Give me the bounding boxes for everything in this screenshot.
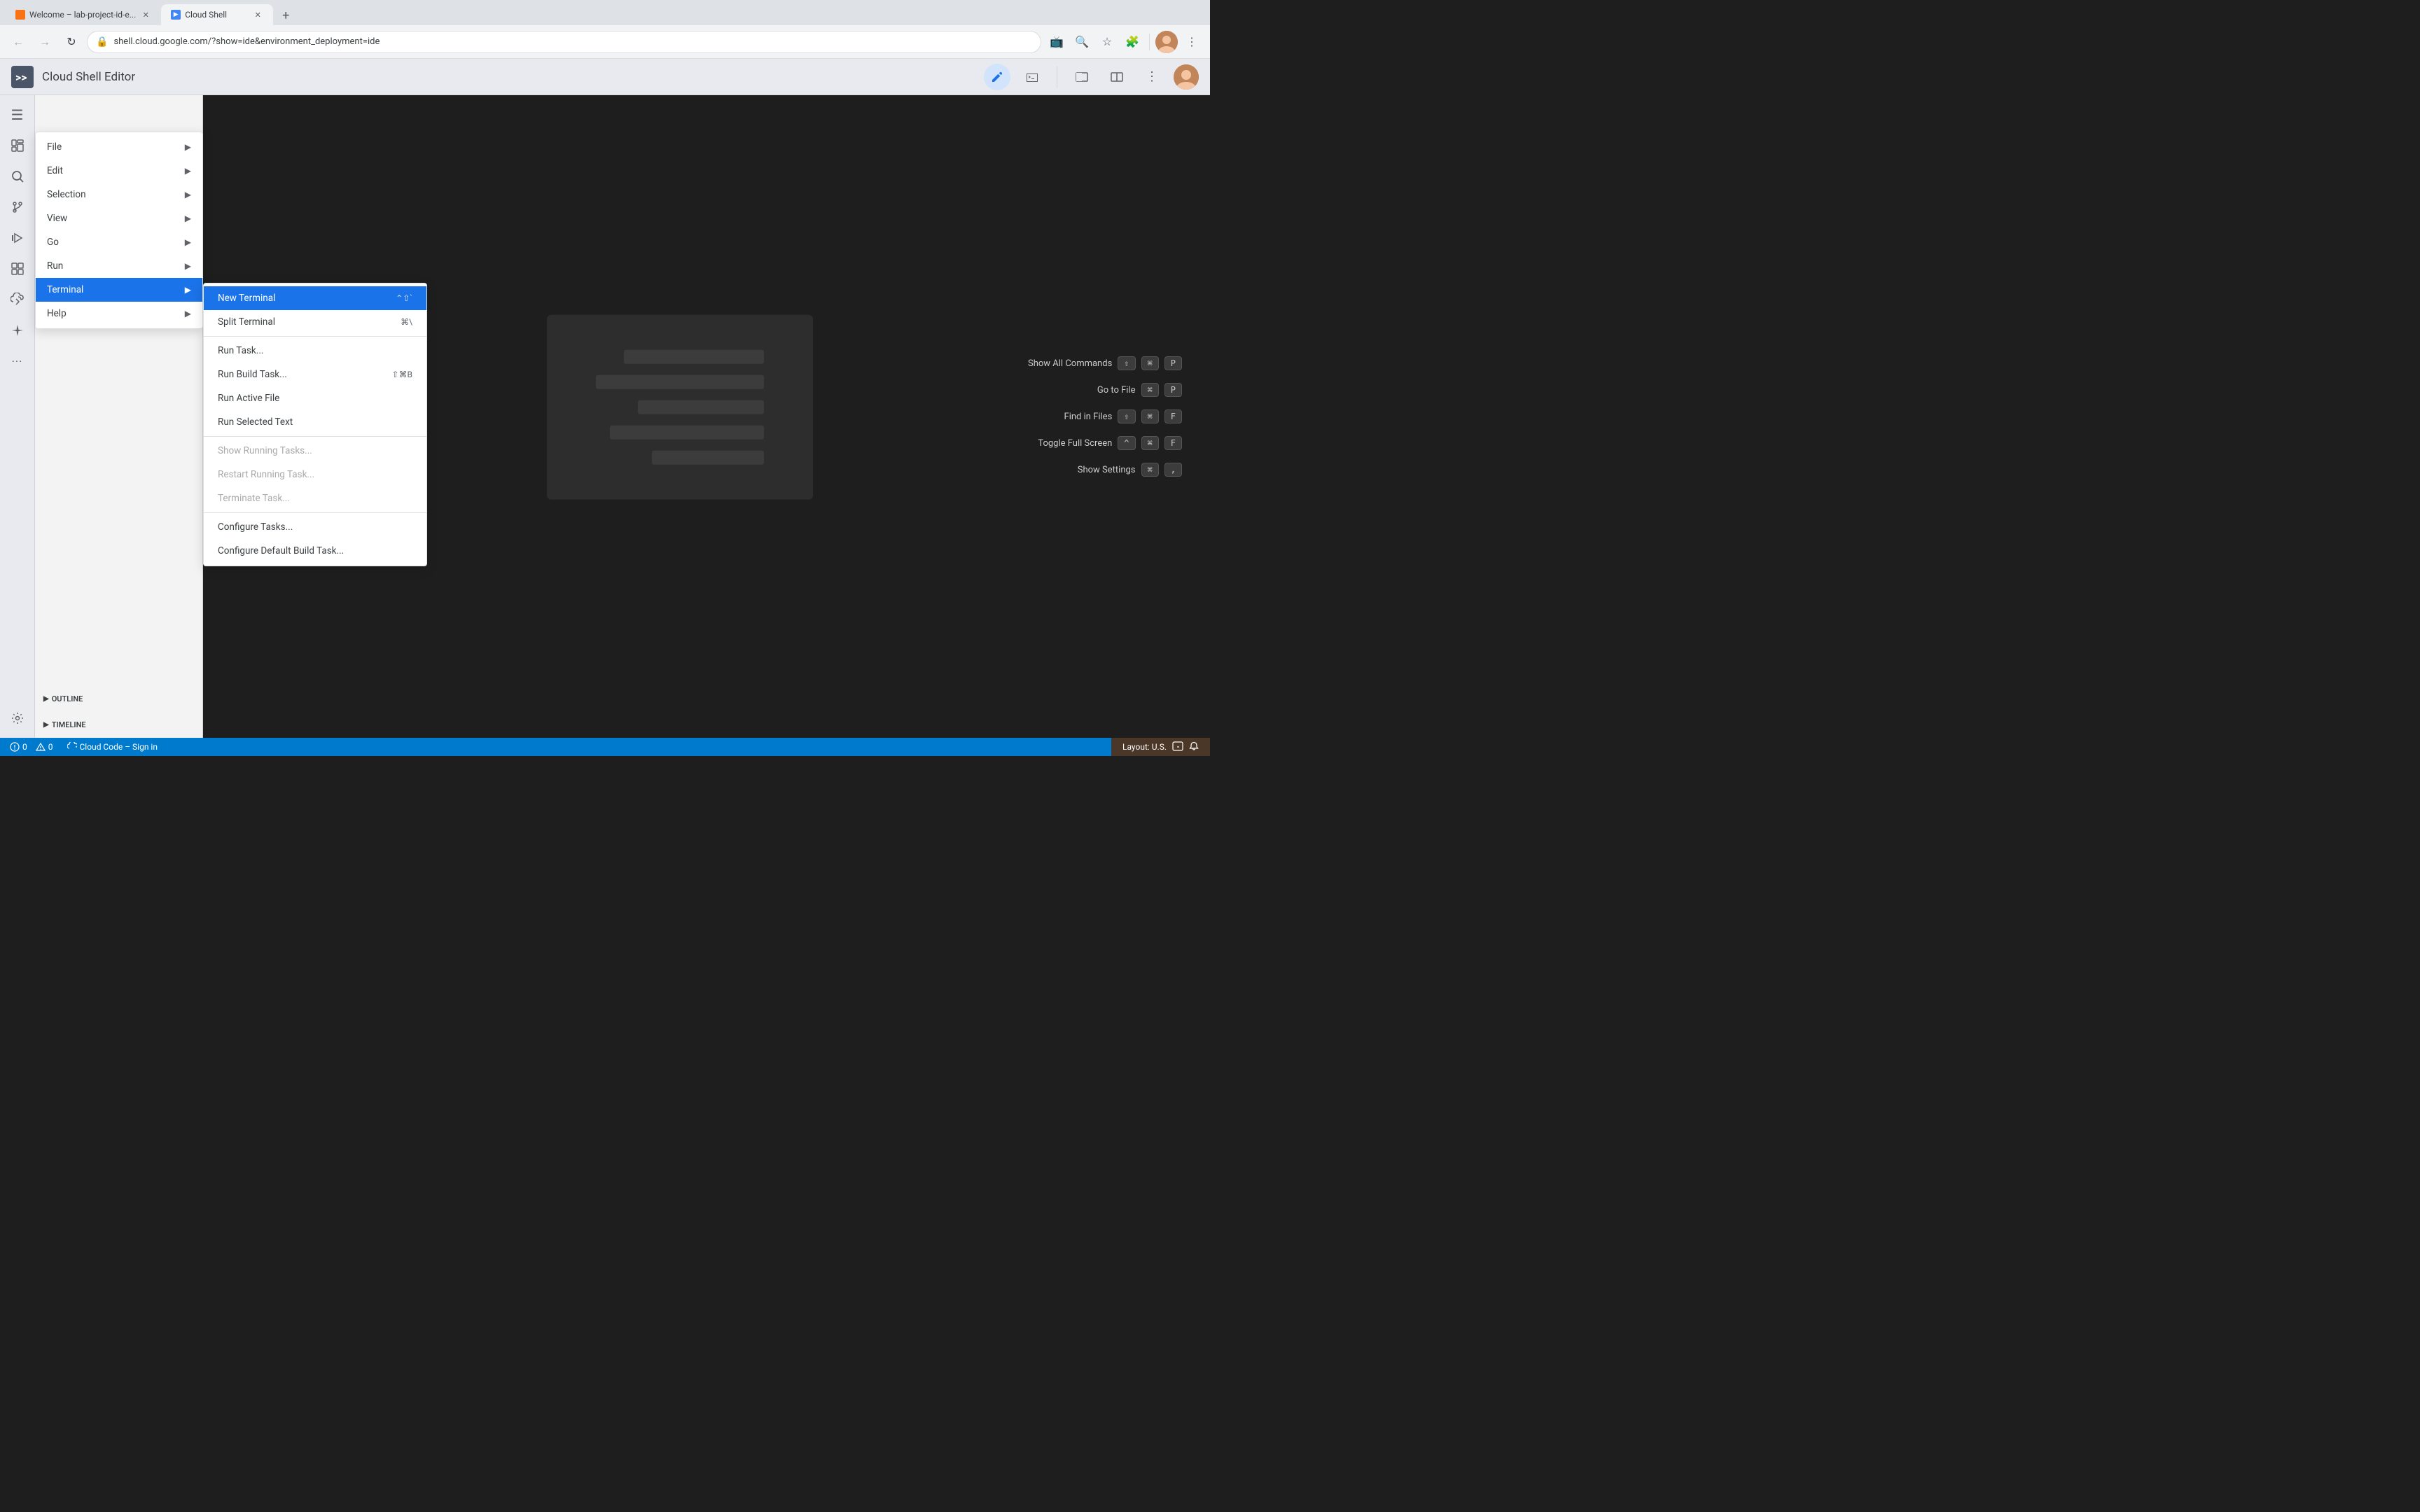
tab1-favicon (15, 10, 25, 20)
svg-text:>>: >> (15, 71, 27, 84)
submenu-restart-running-task: Restart Running Task... (204, 463, 426, 486)
submenu-divider-2 (204, 436, 426, 437)
welcome-placeholder-4 (610, 426, 764, 440)
tab1-title: Welcome – lab-project-id-e... (29, 10, 136, 20)
tab2-title: Cloud Shell (185, 10, 248, 20)
explorer-icon[interactable] (4, 132, 32, 160)
submenu-run-selected-text[interactable]: Run Selected Text (204, 410, 426, 434)
menu-item-help[interactable]: Help ▶ (36, 302, 202, 326)
submenu-split-terminal[interactable]: Split Terminal ⌘\ (204, 310, 426, 334)
status-errors[interactable]: 0 (7, 738, 30, 756)
menu-item-run[interactable]: Run ▶ (36, 254, 202, 278)
address-text: shell.cloud.google.com/?show=ide&environ… (113, 36, 380, 47)
menu-item-terminal[interactable]: Terminal ▶ (36, 278, 202, 302)
extensions-button[interactable]: 🧩 (1121, 31, 1143, 53)
back-button[interactable]: ← (7, 31, 29, 53)
source-control-icon[interactable] (4, 193, 32, 221)
menu-item-file[interactable]: File ▶ (36, 135, 202, 159)
error-count: 0 (22, 742, 27, 752)
edit-mode-button[interactable] (984, 64, 1010, 90)
status-warnings[interactable]: 0 (33, 738, 56, 756)
cloud-code-label: Cloud Code – Sign in (80, 742, 158, 752)
refresh-button[interactable]: ↻ (60, 31, 83, 53)
settings-icon[interactable] (4, 704, 32, 732)
shortcuts-panel: Show All Commands ⇧ ⌘ P Go to File ⌘ P F… (1028, 356, 1182, 477)
cloud-icon[interactable] (4, 286, 32, 314)
split-button[interactable] (1104, 64, 1130, 90)
welcome-placeholder-2 (596, 375, 764, 389)
submenu-run-task[interactable]: Run Task... (204, 339, 426, 363)
browser-tab-1[interactable]: Welcome – lab-project-id-e... ✕ (6, 4, 161, 25)
welcome-placeholder-5 (652, 451, 764, 465)
status-cloud-code[interactable]: Cloud Code – Sign in (64, 738, 160, 756)
new-tab-button[interactable]: + (276, 6, 295, 25)
submenu-new-terminal[interactable]: New Terminal ⌃⇧` (204, 286, 426, 310)
welcome-placeholder-1 (624, 350, 764, 364)
menu-overlay: File ▶ Edit ▶ Selection ▶ View ▶ (35, 132, 203, 329)
welcome-placeholder-3 (638, 400, 764, 414)
shortcut-toggle-full-screen: Toggle Full Screen ^ ⌘ F (1028, 436, 1182, 450)
run-debug-icon[interactable] (4, 224, 32, 252)
tab2-favicon: ▶ (171, 10, 181, 20)
outline-section[interactable]: ▶ OUTLINE (42, 692, 195, 706)
address-bar[interactable]: 🔒 shell.cloud.google.com/?show=ide&envir… (87, 31, 1041, 53)
app-logo: >> (11, 66, 34, 88)
keyboard-layout-icon[interactable] (1172, 741, 1183, 753)
browser-tab-2[interactable]: ▶ Cloud Shell ✕ (161, 4, 273, 25)
menu-item-selection[interactable]: Selection ▶ (36, 183, 202, 206)
search-icon[interactable] (4, 162, 32, 190)
notification-bell-icon[interactable] (1189, 741, 1199, 753)
tab2-close[interactable]: ✕ (252, 9, 263, 20)
warning-count: 0 (48, 742, 53, 752)
menu-button[interactable]: ⋮ (1181, 31, 1203, 53)
shortcut-go-to-file: Go to File ⌘ P (1028, 383, 1182, 397)
more-options-button[interactable]: ⋮ (1139, 64, 1165, 90)
submenu-configure-default-build-task[interactable]: Configure Default Build Task... (204, 539, 426, 563)
gemini-icon[interactable] (4, 316, 32, 344)
forward-button[interactable]: → (34, 31, 56, 53)
cast-button[interactable]: 📺 (1045, 31, 1068, 53)
bookmark-button[interactable]: ☆ (1096, 31, 1118, 53)
app-header: >> Cloud Shell Editor (0, 59, 1210, 95)
activity-bar: ☰ (0, 95, 35, 738)
more-dots-icon[interactable]: ··· (4, 347, 32, 375)
user-avatar[interactable] (1174, 64, 1199, 90)
extensions-icon[interactable] (4, 255, 32, 283)
menu-item-edit[interactable]: Edit ▶ (36, 159, 202, 183)
search-button[interactable]: 🔍 (1071, 31, 1093, 53)
submenu-divider-1 (204, 336, 426, 337)
terminal-submenu: New Terminal ⌃⇧` Split Terminal ⌘\ Run T… (203, 283, 427, 566)
preview-button[interactable] (1069, 64, 1095, 90)
submenu-show-running-tasks: Show Running Tasks... (204, 439, 426, 463)
shortcut-find-in-files: Find in Files ⇧ ⌘ F (1028, 410, 1182, 424)
submenu-terminate-task: Terminate Task... (204, 486, 426, 510)
layout-label: Layout: U.S. (1122, 742, 1167, 752)
profile-avatar[interactable] (1155, 31, 1178, 53)
submenu-configure-tasks[interactable]: Configure Tasks... (204, 515, 426, 539)
terminal-button[interactable] (1019, 64, 1045, 90)
menu-item-go[interactable]: Go ▶ (36, 230, 202, 254)
timeline-section[interactable]: ▶ TIMELINE (42, 718, 195, 732)
app-title: Cloud Shell Editor (42, 70, 135, 84)
submenu-divider-3 (204, 512, 426, 513)
tab1-close[interactable]: ✕ (140, 9, 151, 20)
primary-menu: File ▶ Edit ▶ Selection ▶ View ▶ (35, 132, 203, 329)
menu-icon[interactable]: ☰ (4, 101, 32, 129)
menu-item-view[interactable]: View ▶ (36, 206, 202, 230)
submenu-run-build-task[interactable]: Run Build Task... ⇧⌘B (204, 363, 426, 386)
submenu-run-active-file[interactable]: Run Active File (204, 386, 426, 410)
shortcut-show-settings: Show Settings ⌘ , (1028, 463, 1182, 477)
shortcut-show-all-commands: Show All Commands ⇧ ⌘ P (1028, 356, 1182, 370)
